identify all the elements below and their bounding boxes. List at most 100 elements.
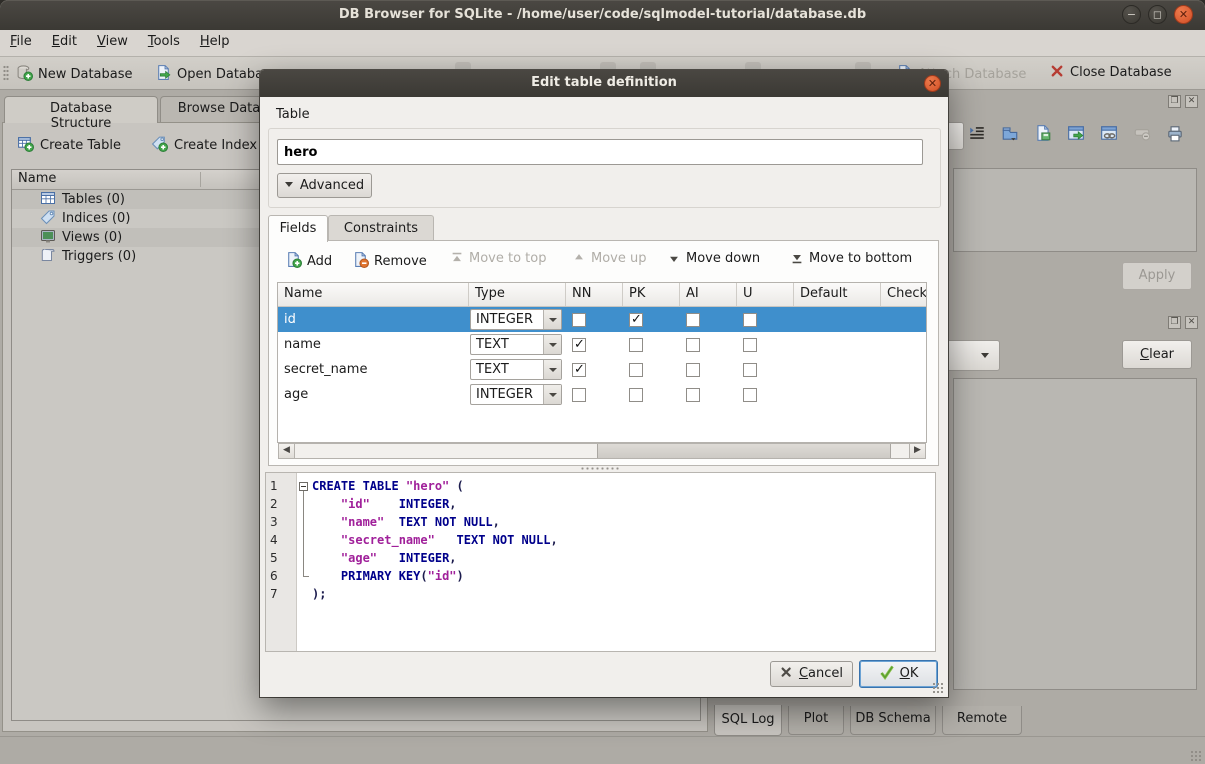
sql-code[interactable]: PRIMARY KEY("id")	[312, 567, 464, 585]
field-name[interactable]: name	[278, 337, 469, 352]
move-to-bottom-button[interactable]: Move to bottom	[790, 251, 912, 273]
scroll-left-icon[interactable]: ◀	[279, 444, 295, 458]
chevron-down-icon[interactable]	[543, 335, 561, 354]
menu-item-file[interactable]: File	[0, 30, 42, 56]
pk-checkbox[interactable]	[629, 388, 643, 402]
u-checkbox[interactable]	[743, 338, 757, 352]
sql-log-area[interactable]	[953, 378, 1197, 690]
clear-button[interactable]: Clear	[1122, 340, 1192, 369]
close-database-button[interactable]: Close Database	[1050, 64, 1172, 84]
u-checkbox[interactable]	[743, 363, 757, 377]
dialog-titlebar[interactable]: Edit table definition	[260, 70, 948, 97]
menu-item-edit[interactable]: Edit	[42, 30, 87, 56]
column-divider[interactable]	[200, 172, 201, 187]
fold-margin[interactable]	[296, 585, 312, 603]
tab-constraints[interactable]: Constraints	[328, 215, 434, 241]
nn-checkbox[interactable]	[572, 313, 586, 327]
nn-checkbox[interactable]	[572, 388, 586, 402]
minimize-icon[interactable]: −	[1122, 5, 1141, 24]
nn-checkbox[interactable]	[572, 338, 586, 352]
column-header-default[interactable]: Default	[794, 283, 881, 306]
ai-checkbox[interactable]	[686, 313, 700, 327]
tab-database-structure[interactable]: Database Structure	[4, 96, 158, 123]
sql-code[interactable]: "name" TEXT NOT NULL,	[312, 513, 500, 531]
dialog-resize-grip[interactable]	[932, 682, 944, 694]
set-null-icon[interactable]	[1133, 124, 1153, 144]
add-button[interactable]: Add	[285, 251, 332, 273]
column-header-nn[interactable]: NN	[566, 283, 623, 306]
scrollbar-thumb[interactable]	[597, 444, 891, 458]
type-dropdown[interactable]: INTEGER	[470, 309, 562, 330]
nn-checkbox[interactable]	[572, 363, 586, 377]
field-name[interactable]: secret_name	[278, 362, 469, 377]
field-name[interactable]: age	[278, 387, 469, 402]
ai-checkbox[interactable]	[686, 338, 700, 352]
dock-float-icon[interactable]: ❐	[1168, 95, 1181, 108]
tab-plot[interactable]: Plot	[788, 706, 844, 735]
apply-button[interactable]: Apply	[1122, 262, 1192, 290]
scroll-right-icon[interactable]: ▶	[909, 444, 925, 458]
export-icon[interactable]	[1067, 124, 1087, 144]
toolbar-drag-handle[interactable]	[3, 65, 9, 81]
horizontal-scrollbar[interactable]: ◀ ▶	[278, 443, 926, 459]
fold-margin[interactable]	[296, 513, 312, 531]
tab-remote[interactable]: Remote	[942, 706, 1022, 735]
menu-item-view[interactable]: View	[87, 30, 138, 56]
tab-db-schema[interactable]: DB Schema	[850, 706, 936, 735]
splitter-handle[interactable]	[580, 466, 620, 471]
create-index-button[interactable]: Create Index	[151, 135, 257, 159]
move-down-button[interactable]: Move down	[667, 251, 760, 273]
dock-close-icon[interactable]: ✕	[1185, 316, 1198, 329]
close-icon[interactable]: ✕	[1174, 5, 1193, 24]
pk-checkbox[interactable]	[629, 338, 643, 352]
indent-icon[interactable]	[968, 124, 988, 144]
sql-code[interactable]: "secret_name" TEXT NOT NULL,	[312, 531, 558, 549]
link-icon[interactable]	[1100, 124, 1120, 144]
cell-editor-area[interactable]	[953, 168, 1197, 252]
chevron-down-icon[interactable]	[543, 360, 561, 379]
collapse-icon[interactable]	[299, 482, 308, 491]
remove-button[interactable]: Remove	[352, 251, 427, 273]
dock-close-icon[interactable]: ✕	[1185, 95, 1198, 108]
column-header-pk[interactable]: PK	[623, 283, 680, 306]
type-dropdown[interactable]: TEXT	[470, 334, 562, 355]
field-row-name[interactable]: nameTEXT	[278, 332, 926, 357]
field-row-age[interactable]: ageINTEGER	[278, 382, 926, 407]
tab-sql-log[interactable]: SQL Log	[714, 705, 782, 736]
column-header-name[interactable]: Name	[278, 283, 469, 306]
table-name-input[interactable]	[277, 139, 923, 165]
create-table-button[interactable]: Create Table	[17, 135, 121, 159]
cancel-button[interactable]: Cancel	[770, 661, 853, 687]
save-icon[interactable]	[1034, 124, 1054, 144]
fold-margin[interactable]	[296, 531, 312, 549]
fold-margin[interactable]	[296, 549, 312, 567]
window-resize-grip[interactable]	[1190, 750, 1202, 762]
sql-code[interactable]: );	[312, 585, 326, 603]
maximize-icon[interactable]: ◻	[1148, 5, 1167, 24]
menu-item-help[interactable]: Help	[190, 30, 240, 56]
sql-code[interactable]: "id" INTEGER,	[312, 495, 457, 513]
u-checkbox[interactable]	[743, 313, 757, 327]
new-database-button[interactable]: New Database	[16, 64, 133, 84]
type-dropdown[interactable]: TEXT	[470, 359, 562, 380]
pk-checkbox[interactable]	[629, 363, 643, 377]
import-icon[interactable]	[1001, 124, 1021, 144]
chevron-down-icon[interactable]	[543, 385, 561, 404]
pk-checkbox[interactable]	[629, 313, 643, 327]
field-row-id[interactable]: idINTEGER	[278, 307, 926, 332]
fold-margin[interactable]	[296, 477, 312, 495]
ai-checkbox[interactable]	[686, 363, 700, 377]
column-header-u[interactable]: U	[737, 283, 794, 306]
menu-item-tools[interactable]: Tools	[138, 30, 190, 56]
column-header-check[interactable]: Check	[881, 283, 927, 306]
advanced-toggle-button[interactable]: Advanced	[277, 173, 372, 198]
tab-fields[interactable]: Fields	[268, 215, 328, 242]
column-header-ai[interactable]: AI	[680, 283, 737, 306]
sql-code[interactable]: CREATE TABLE "hero" (	[312, 477, 464, 495]
print-icon[interactable]	[1166, 124, 1186, 144]
field-name[interactable]: id	[278, 312, 469, 327]
field-row-secret_name[interactable]: secret_nameTEXT	[278, 357, 926, 382]
sql-code[interactable]: "age" INTEGER,	[312, 549, 457, 567]
ai-checkbox[interactable]	[686, 388, 700, 402]
u-checkbox[interactable]	[743, 388, 757, 402]
